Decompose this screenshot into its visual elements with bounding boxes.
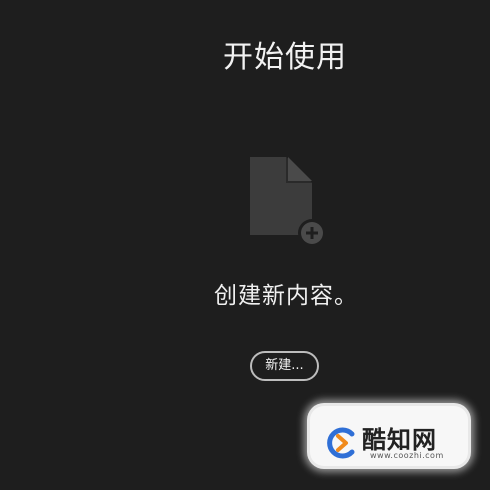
coozhi-logo-icon [327, 427, 355, 459]
empty-state-message: 创建新内容。 [214, 283, 358, 309]
new-button[interactable]: 新建... [250, 351, 319, 381]
new-document-icon [250, 157, 326, 245]
start-screen: 开始使用 创建新内容。 新建... 酷知网 www.coozhi.com [0, 0, 490, 490]
watermark: 酷知网 www.coozhi.com [302, 398, 476, 474]
page-title: 开始使用 [223, 40, 347, 75]
watermark-url: www.coozhi.com [370, 451, 444, 460]
watermark-plate: 酷知网 www.coozhi.com [310, 406, 468, 466]
watermark-name: 酷知网 [362, 426, 437, 454]
